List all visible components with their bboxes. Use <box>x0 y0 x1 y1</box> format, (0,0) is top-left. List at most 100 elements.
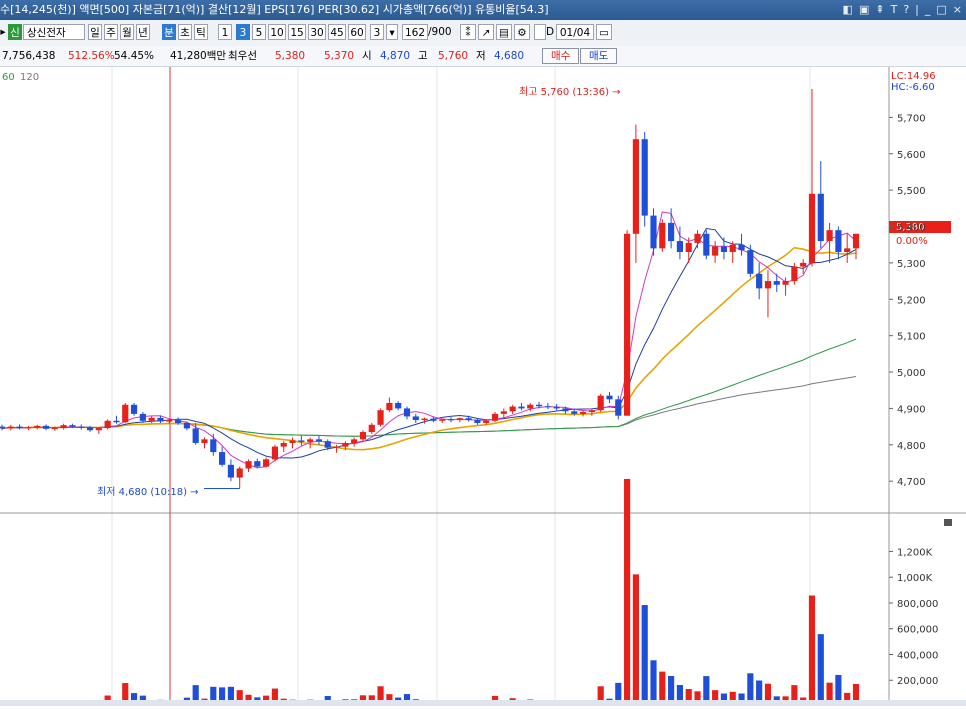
candle-body <box>562 408 569 412</box>
candle-body <box>403 408 411 417</box>
low-label: 저 <box>476 50 486 62</box>
title-bar: 수[14,245(천)] 액면[500] 자본금[71(억)] 결산[12월] … <box>0 0 966 20</box>
period-week-button[interactable]: 주 <box>104 24 118 40</box>
help-icon[interactable]: ? <box>903 0 909 20</box>
period-tick-button[interactable]: 틱 <box>194 24 208 40</box>
candle-body <box>676 241 683 252</box>
status-strip <box>0 700 966 706</box>
lc-label: LC:14.96 <box>891 71 936 82</box>
tile-icon[interactable]: ▣ <box>859 0 869 20</box>
candle-body <box>307 439 314 442</box>
period-day-button[interactable]: 일 <box>88 24 102 40</box>
interval-1-button[interactable]: 1 <box>218 24 232 40</box>
count-input[interactable]: 162 <box>402 24 428 40</box>
ma120-line <box>1 376 857 437</box>
amount-value: 41,280백만 <box>170 50 227 62</box>
price-tick-label: 5,000 <box>897 368 926 379</box>
volume-tick-label: 600,000 <box>897 625 938 636</box>
volume-bar <box>641 605 648 706</box>
candle-body <box>395 402 402 409</box>
interval-15-button[interactable]: 15 <box>288 24 306 40</box>
date-input[interactable]: 01/04 <box>556 24 594 40</box>
candle-body <box>439 419 446 421</box>
chevron-down-icon[interactable]: ▾ <box>386 24 398 40</box>
period-year-button[interactable]: 년 <box>136 24 150 40</box>
candle-body <box>588 410 595 413</box>
candle-body <box>483 420 490 423</box>
candle-body <box>298 440 305 442</box>
candle-body <box>685 242 692 252</box>
interval-5-button[interactable]: 5 <box>252 24 266 40</box>
price-tick-label: 5,700 <box>897 113 926 124</box>
volume-bar <box>624 478 631 706</box>
panel-menu-icon[interactable] <box>944 519 952 526</box>
price-tick-label: 5,400 <box>897 223 926 234</box>
candle-body <box>69 425 76 427</box>
indicator-icon[interactable]: ⁑ <box>460 24 476 40</box>
candle-body <box>0 426 6 429</box>
candle-body <box>7 426 14 429</box>
interval-3-button[interactable]: 3 <box>236 24 250 40</box>
window-controls: ◧ ▣ ⇞ T ? | _ □ × <box>843 0 962 20</box>
trend-line-icon[interactable]: ↗ <box>478 24 494 40</box>
interval-45-button[interactable]: 45 <box>328 24 346 40</box>
candle-body <box>835 230 842 252</box>
stock-name-input[interactable]: 상신전자 <box>23 24 85 40</box>
minimize-icon[interactable]: _ <box>925 0 931 20</box>
candle-body <box>342 442 349 447</box>
volume-bar <box>632 574 639 706</box>
candle-body <box>245 461 252 469</box>
candle-body <box>535 404 543 407</box>
pin-icon[interactable]: ⇞ <box>875 0 884 20</box>
candle-body <box>34 425 41 428</box>
candle-body <box>351 439 358 443</box>
candle-body <box>122 404 129 423</box>
candle-body <box>773 281 780 285</box>
candle-body <box>236 468 243 478</box>
restore-icon[interactable]: ◧ <box>843 0 853 20</box>
font-icon[interactable]: T <box>891 0 898 20</box>
period-second-button[interactable]: 초 <box>178 24 192 40</box>
chart-area[interactable]: 60 120 LC:14.96 HC:-6.60 최고 5,760 (13:36… <box>0 67 966 706</box>
buy-button[interactable]: 매수 <box>542 48 580 64</box>
interval-10-button[interactable]: 10 <box>268 24 286 40</box>
candle-body <box>624 233 631 416</box>
candle-body <box>192 428 199 443</box>
date-checkbox[interactable] <box>534 24 546 40</box>
date-checkbox-label: D <box>546 26 554 38</box>
maximize-icon[interactable]: □ <box>936 0 946 20</box>
candle-body <box>166 420 173 422</box>
candle-body <box>738 244 745 251</box>
candle-body <box>60 425 67 429</box>
candlestick-chart[interactable]: 60 120 LC:14.96 HC:-6.60 최고 5,760 (13:36… <box>0 67 966 706</box>
interval-30-button[interactable]: 30 <box>308 24 326 40</box>
candle-body <box>51 428 58 430</box>
candle-body <box>430 418 437 421</box>
period-minute-button[interactable]: 분 <box>162 24 176 40</box>
interval-60-button[interactable]: 60 <box>348 24 366 40</box>
interval-select[interactable]: 3 <box>370 24 384 40</box>
save-icon[interactable]: ▤ <box>496 24 512 40</box>
candle-body <box>377 410 384 425</box>
candle-body <box>42 425 50 429</box>
calendar-icon[interactable]: ▭ <box>596 24 612 40</box>
period-month-button[interactable]: 월 <box>120 24 134 40</box>
ma10-line <box>1 227 857 459</box>
close-icon[interactable]: × <box>953 0 962 20</box>
price-tick-label: 4,700 <box>897 477 926 488</box>
sell-button[interactable]: 매도 <box>580 48 618 64</box>
gear-icon[interactable]: ⚙ <box>514 24 530 40</box>
best-bid-1: 5,380 <box>275 50 306 62</box>
candle-body <box>659 222 666 249</box>
candle-body <box>412 416 419 421</box>
candle-body <box>571 411 578 414</box>
new-listing-badge: 신 <box>8 24 22 40</box>
candle-body <box>315 439 323 442</box>
high-value: 5,760 <box>438 50 469 62</box>
rate2-value: 54.45% <box>114 50 155 62</box>
candle-body <box>518 406 525 409</box>
dropdown-arrow-icon[interactable]: ▸ <box>0 24 6 40</box>
candle-body <box>227 464 234 478</box>
candle-body <box>668 222 675 242</box>
candle-body <box>491 413 499 421</box>
